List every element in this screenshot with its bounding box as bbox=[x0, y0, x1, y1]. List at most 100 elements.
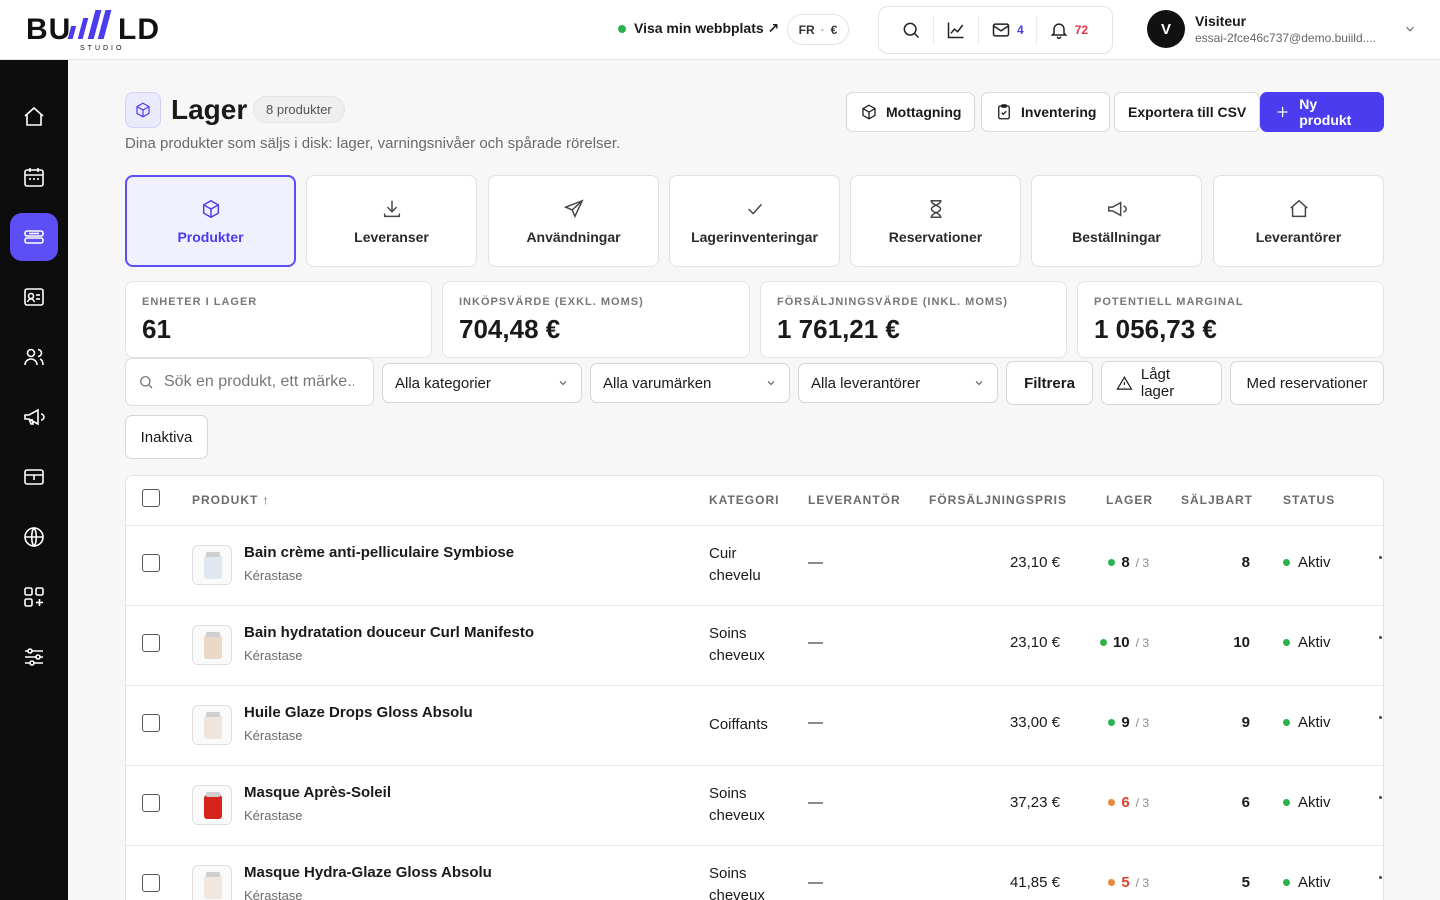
sidebar-item-inventory[interactable] bbox=[10, 213, 58, 261]
row-checkbox[interactable] bbox=[142, 554, 160, 572]
stat-label: FÖRSÄLJNINGSVÄRDE (INKL. MOMS) bbox=[777, 296, 1009, 308]
receiving-button[interactable]: Mottagning bbox=[846, 92, 976, 132]
tab-suppliers[interactable]: Leverantörer bbox=[1213, 175, 1384, 267]
box-icon bbox=[136, 102, 150, 118]
brand-select[interactable]: Alla varumärken bbox=[590, 363, 790, 403]
product-image bbox=[193, 626, 231, 664]
stat-value: 1 761,21 € bbox=[777, 314, 900, 344]
row-checkbox[interactable] bbox=[142, 874, 160, 892]
sidebar-item-settings[interactable] bbox=[10, 633, 58, 681]
chevron-down-icon bbox=[559, 381, 567, 386]
product-stock: 10 / 3 bbox=[1099, 634, 1149, 651]
new-product-button[interactable]: Ny produkt bbox=[1260, 92, 1384, 132]
column-header-stock[interactable]: LAGER bbox=[1106, 493, 1153, 507]
product-name[interactable]: Bain crème anti-pelliculaire Symbiose bbox=[244, 544, 514, 561]
messages-button[interactable]: 4 bbox=[979, 15, 1037, 45]
row-actions-button[interactable] bbox=[1379, 556, 1382, 559]
sidebar-item-payments[interactable] bbox=[10, 453, 58, 501]
filter-button[interactable]: Filtrera bbox=[1006, 361, 1093, 405]
column-header-supplier[interactable]: LEVERANTÖR bbox=[808, 493, 901, 507]
row-actions-button[interactable] bbox=[1379, 636, 1382, 639]
export-csv-button[interactable]: Exportera till CSV bbox=[1114, 92, 1261, 132]
notifications-button[interactable]: 72 bbox=[1037, 15, 1100, 45]
product-supplier: — bbox=[808, 554, 823, 571]
select-all-checkbox[interactable] bbox=[142, 489, 160, 507]
inactive-toggle[interactable]: Inaktiva bbox=[125, 415, 208, 459]
view-site-link[interactable]: Visa min webbplats ↗ bbox=[618, 20, 779, 37]
product-stock: 8 / 3 bbox=[1108, 554, 1149, 571]
status-dot bbox=[1283, 879, 1290, 886]
view-site-label: Visa min webbplats ↗ bbox=[634, 20, 780, 36]
sidebar-item-clients[interactable] bbox=[10, 333, 58, 381]
globe-icon bbox=[24, 526, 44, 548]
notifications-count: 72 bbox=[1074, 23, 1089, 37]
product-name[interactable]: Huile Glaze Drops Gloss Absolu bbox=[244, 704, 473, 721]
table-row[interactable]: Masque Hydra-Glaze Gloss Absolu Kérastase… bbox=[126, 846, 1383, 900]
table-row[interactable]: Masque Après-Soleil Kérastase Soins cheveu… bbox=[126, 766, 1383, 846]
tab-label: Leveranser bbox=[354, 228, 429, 245]
sidebar-item-website[interactable] bbox=[10, 513, 58, 561]
tab-stocktakes[interactable]: Lagerinventeringar bbox=[669, 175, 840, 267]
column-header-status[interactable]: STATUS bbox=[1283, 493, 1335, 507]
inventory-button[interactable]: Inventering bbox=[981, 92, 1111, 132]
product-name[interactable]: Masque Après-Soleil bbox=[244, 784, 391, 801]
product-name[interactable]: Masque Hydra-Glaze Gloss Absolu bbox=[244, 864, 492, 881]
product-stock: 9 / 3 bbox=[1108, 714, 1149, 731]
brand-select-value: Alla varumärken bbox=[603, 374, 712, 392]
tab-products[interactable]: Produkter bbox=[125, 175, 296, 267]
with-reservations-toggle[interactable]: Med reservationer bbox=[1230, 361, 1384, 405]
product-search[interactable] bbox=[125, 358, 374, 406]
svg-text:STUDIO: STUDIO bbox=[80, 45, 124, 52]
stat-units-in-stock: ENHETER I LAGER 61 bbox=[125, 281, 432, 358]
row-actions-button[interactable] bbox=[1379, 876, 1382, 879]
product-brand: Kérastase bbox=[244, 808, 303, 823]
column-header-category[interactable]: KATEGORI bbox=[709, 493, 779, 507]
low-stock-label: Lågt lager bbox=[1140, 366, 1175, 400]
column-header-price[interactable]: FÖRSÄLJNINGSPRIS bbox=[929, 493, 1067, 507]
stock-level-dot bbox=[1108, 719, 1116, 726]
stats-button[interactable] bbox=[934, 15, 979, 45]
sidebar-item-contacts[interactable] bbox=[10, 273, 58, 321]
filter-button-label: Filtrera bbox=[1024, 374, 1075, 392]
build-studio-logo[interactable]: BU LD STUDIO bbox=[26, 8, 186, 52]
search-input[interactable] bbox=[164, 373, 354, 391]
table-row[interactable]: Huile Glaze Drops Gloss Absolu Kérastase C… bbox=[126, 686, 1383, 766]
clipboard-check-icon bbox=[998, 104, 1010, 120]
users-icon bbox=[24, 348, 44, 366]
product-sellable: 10 bbox=[1233, 634, 1250, 651]
supplier-select-value: Alla leverantörer bbox=[811, 374, 921, 392]
column-header-sellable[interactable]: SÄLJBART bbox=[1181, 493, 1253, 507]
product-image bbox=[193, 786, 231, 824]
sidebar-item-calendar[interactable] bbox=[10, 153, 58, 201]
category-select[interactable]: Alla kategorier bbox=[382, 363, 582, 403]
tab-usages[interactable]: Användningar bbox=[488, 175, 659, 267]
tab-reservations[interactable]: Reservationer bbox=[850, 175, 1021, 267]
low-stock-toggle[interactable]: Lågt lager bbox=[1101, 361, 1222, 405]
sidebar-item-marketing[interactable] bbox=[10, 393, 58, 441]
row-actions-button[interactable] bbox=[1379, 716, 1382, 719]
stock-level-dot bbox=[1108, 559, 1116, 566]
row-actions-button[interactable] bbox=[1379, 796, 1382, 799]
sidebar-item-home[interactable] bbox=[10, 93, 58, 141]
tab-orders[interactable]: Beställningar bbox=[1031, 175, 1202, 267]
row-checkbox[interactable] bbox=[142, 634, 160, 652]
table-row[interactable]: Bain hydratation douceur Curl Manifesto K… bbox=[126, 606, 1383, 686]
inventory-label: Inventering bbox=[1021, 104, 1097, 120]
product-category: Soins cheveux bbox=[709, 785, 765, 824]
product-brand: Kérastase bbox=[244, 568, 303, 583]
search-icon bbox=[140, 376, 153, 389]
user-menu[interactable]: V Visiteur essai-2fce46c737@demo.buiild.… bbox=[1147, 10, 1417, 48]
row-checkbox[interactable] bbox=[142, 714, 160, 732]
messages-count: 4 bbox=[1017, 23, 1024, 37]
product-name[interactable]: Bain hydratation douceur Curl Manifesto bbox=[244, 624, 534, 641]
table-row[interactable]: Bain crème anti-pelliculaire Symbiose Kér… bbox=[126, 526, 1383, 606]
status-dot bbox=[1283, 639, 1290, 646]
user-name: Visiteur bbox=[1195, 13, 1247, 29]
language-currency-switcher[interactable]: FR · € bbox=[787, 14, 849, 45]
tab-deliveries[interactable]: Leveranser bbox=[306, 175, 477, 267]
column-header-product[interactable]: PRODUKT ↑ bbox=[192, 493, 270, 507]
supplier-select[interactable]: Alla leverantörer bbox=[798, 363, 998, 403]
row-checkbox[interactable] bbox=[142, 794, 160, 812]
search-button[interactable] bbox=[889, 15, 934, 45]
sidebar-item-apps[interactable] bbox=[10, 573, 58, 621]
